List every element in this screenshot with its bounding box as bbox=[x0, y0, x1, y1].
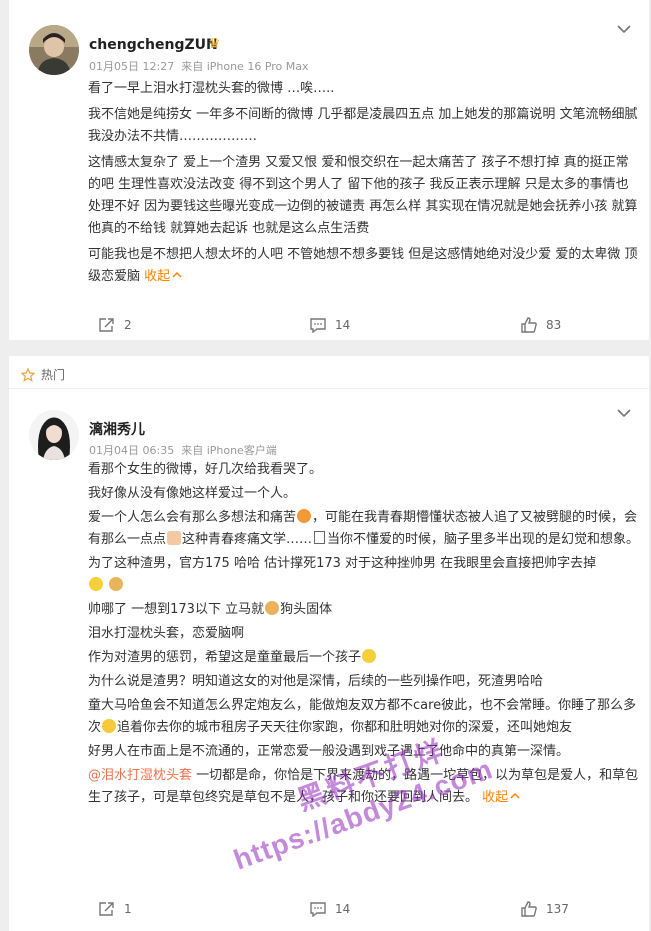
comment-body: 看那个女生的微博，好几次给我看哭了。 我好像从没有像她这样爱过一个人。 爱一个人… bbox=[88, 459, 640, 811]
angry-emoji-icon bbox=[297, 509, 312, 523]
avatar[interactable] bbox=[29, 25, 79, 75]
hot-label-text: 热门 bbox=[41, 368, 66, 382]
like-count: 83 bbox=[546, 318, 562, 332]
comment-icon bbox=[310, 318, 326, 333]
doge-emoji-icon bbox=[109, 577, 124, 591]
comment-paragraph: 童大马哈鱼会不知道怎么界定炮友么，能做炮友双方都不care彼此，也不会常睡。你睡… bbox=[88, 695, 640, 739]
comment-paragraph: 我好像从没有像她这样爱过一个人。 bbox=[88, 486, 297, 501]
post-meta: 01月04日 06:35 来自 iPhone客户端 bbox=[89, 442, 277, 458]
hand-emoji-icon bbox=[167, 531, 182, 545]
comment-card: chengchengZUN ♛ 01月05日 12:27 来自 iPhone 1… bbox=[9, 0, 649, 340]
like-count: 137 bbox=[546, 902, 569, 916]
username[interactable]: 漓湘秀儿 bbox=[89, 419, 145, 439]
share-button[interactable]: 2 bbox=[98, 315, 132, 335]
comment-text: 狗头固体 bbox=[280, 602, 333, 617]
comment-count: 14 bbox=[335, 902, 351, 916]
avatar-image bbox=[29, 410, 79, 460]
post-date: 01月05日 12:27 bbox=[89, 60, 175, 73]
comment-paragraph: 泪水打湿枕头套，恋爱脑啊 bbox=[88, 626, 245, 641]
comment-button[interactable]: 14 bbox=[309, 315, 350, 335]
post-date: 01月04日 06:35 bbox=[89, 444, 175, 457]
comment-paragraph: 这情感太复杂了 爱上一个渣男 又爱又恨 爱和恨交织在一起太痛苦了 孩子不想打掉 … bbox=[88, 155, 638, 236]
thumbs-up-icon bbox=[521, 317, 537, 333]
chevron-up-icon bbox=[510, 792, 520, 799]
comment-paragraph: 看那个女生的微博，好几次给我看哭了。 bbox=[88, 462, 323, 477]
comment-paragraph: @泪水打湿枕头套 一切都是命，你恰是下界来渡劫的，路遇一坨草包，以为草包是爱人，… bbox=[88, 765, 640, 809]
comment-paragraph: 爱一个人怎么会有那么多想法和痛苦 ，可能在我青春期懵懂状态被人追了又被劈腿的时候，… bbox=[88, 507, 640, 551]
laugh-cry-emoji-icon bbox=[89, 577, 103, 591]
share-button[interactable]: 1 bbox=[98, 899, 132, 919]
comment-text: 追着你去你的城市租房子天天往你家跑，你都和肚明她对你的深爱，还叫她炮友 bbox=[117, 720, 573, 735]
thinking-emoji-icon bbox=[102, 719, 117, 733]
avatar-image bbox=[29, 25, 79, 75]
post-source: 来自 iPhone 16 Pro Max bbox=[181, 60, 309, 73]
mention-link[interactable]: @泪水打湿枕头套 bbox=[88, 768, 192, 783]
share-icon bbox=[99, 902, 114, 916]
comment-paragraph: 看了一早上泪水打湿枕头套的微博 …唉….. bbox=[88, 81, 335, 96]
comment-paragraph: 作为对渣男的惩罚，希望这是童童最后一个孩子 bbox=[88, 647, 640, 669]
action-bar: 2 14 83 bbox=[9, 315, 649, 335]
comment-paragraph: 帅哪了 一想到173以下 立马就 狗头固体 bbox=[88, 599, 640, 621]
chevron-up-icon bbox=[172, 271, 182, 278]
thumbs-up-icon bbox=[521, 901, 537, 917]
like-button[interactable]: 83 bbox=[520, 315, 561, 335]
comment-button[interactable]: 14 bbox=[309, 899, 350, 919]
comment-paragraph: 为了这种渣男，官方175 哈哈 估计撑死173 对于这种挫帅男 在我眼里会直接把… bbox=[88, 553, 640, 597]
action-bar: 1 14 137 bbox=[9, 899, 649, 919]
star-icon bbox=[21, 367, 35, 382]
hot-label: 热门 bbox=[21, 366, 65, 383]
collapse-link[interactable]: 收起 bbox=[144, 269, 182, 284]
doge-emoji-icon bbox=[265, 601, 280, 615]
comment-text: 这种青春疼痛文学…… bbox=[182, 532, 313, 547]
comment-text: 作为对渣男的惩罚，希望这是童童最后一个孩子 bbox=[88, 650, 362, 665]
share-count: 2 bbox=[124, 318, 132, 332]
missing-glyph-icon bbox=[314, 531, 326, 544]
comment-text: 为了这种渣男，官方175 哈哈 估计撑死173 对于这种挫帅男 在我眼里会直接把… bbox=[88, 556, 597, 571]
comment-body: 看了一早上泪水打湿枕头套的微博 …唉….. 我不信她是纯捞女 一年多不间断的微博… bbox=[88, 78, 640, 292]
username[interactable]: chengchengZUN bbox=[89, 37, 218, 53]
comment-text: 帅哪了 一想到173以下 立马就 bbox=[88, 602, 265, 617]
share-count: 1 bbox=[124, 902, 132, 916]
divider bbox=[9, 388, 649, 389]
like-button[interactable]: 137 bbox=[520, 899, 569, 919]
comment-paragraph: 好男人在市面上是不流通的，正常恋爱一般没遇到戏子遇上了他命中的真第一深情。 bbox=[88, 744, 570, 759]
avatar[interactable] bbox=[29, 410, 79, 460]
laugh-cry-emoji-icon bbox=[362, 649, 377, 663]
comment-card: 热门 漓湘秀儿 01月04日 06:35 来自 iPhone客户端 看那个女生的… bbox=[9, 356, 649, 931]
post-source: 来自 iPhone客户端 bbox=[181, 444, 277, 457]
comment-paragraph: 可能我也是不想把人想太坏的人吧 不管她想不想多要钱 但是这感情她绝对没少爱 爱的… bbox=[88, 244, 640, 288]
comment-paragraph: 我不信她是纯捞女 一年多不间断的微博 几乎都是凌晨四五点 加上她发的那篇说明 文… bbox=[88, 107, 638, 144]
collapse-link[interactable]: 收起 bbox=[482, 790, 520, 805]
comment-text: 爱一个人怎么会有那么多想法和痛苦 bbox=[88, 510, 297, 525]
comment-icon bbox=[310, 902, 326, 917]
collapse-label: 收起 bbox=[482, 790, 509, 805]
collapse-label: 收起 bbox=[144, 269, 171, 284]
chevron-down-icon[interactable] bbox=[617, 24, 631, 34]
vip-badge-icon: ♛ bbox=[208, 36, 221, 52]
post-meta: 01月05日 12:27 来自 iPhone 16 Pro Max bbox=[89, 58, 309, 74]
comment-text: 当你不懂爱的时候，脑子里多半出现的是幻觉和想象。 bbox=[327, 532, 640, 547]
share-icon bbox=[99, 318, 114, 332]
comment-count: 14 bbox=[335, 318, 351, 332]
chevron-down-icon[interactable] bbox=[617, 408, 631, 418]
comment-paragraph: 为什么说是渣男？明知道这女的对他是深情，后续的一些列操作吧，死渣男哈哈 bbox=[88, 674, 544, 689]
